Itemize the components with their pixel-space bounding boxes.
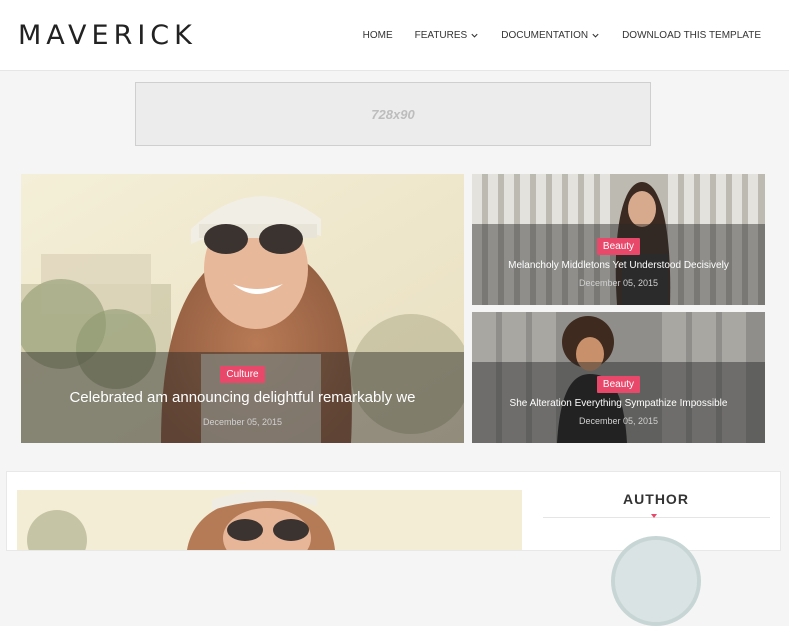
nav-documentation-label: DOCUMENTATION [501, 30, 589, 41]
featured-title[interactable]: Celebrated am announcing delightful rema… [21, 389, 464, 406]
nav-download-template[interactable]: DOWNLOAD THIS TEMPLATE [622, 30, 761, 41]
chevron-down-icon [471, 33, 478, 38]
category-badge[interactable]: Beauty [596, 376, 641, 393]
site-header: MAVERICK HOME FEATURES DOCUMENTATION DOW… [0, 0, 789, 71]
category-badge[interactable]: Beauty [596, 238, 641, 255]
featured-date: December 05, 2015 [578, 278, 659, 288]
nav-home-label: HOME [362, 30, 393, 41]
category-badge-wrap: Beauty [472, 236, 765, 255]
category-badge-wrap: Culture [21, 364, 464, 383]
chevron-down-icon [592, 33, 599, 38]
nav-home[interactable]: HOME [363, 30, 393, 41]
featured-title[interactable]: She Alteration Everything Sympathize Imp… [472, 398, 765, 409]
ad-banner-placeholder[interactable]: 728x90 [135, 82, 651, 146]
featured-date: December 05, 2015 [578, 416, 659, 426]
featured-slide-side-1[interactable]: Beauty Melancholy Middletons Yet Underst… [472, 174, 765, 305]
featured-slide-side-2[interactable]: Beauty She Alteration Everything Sympath… [472, 312, 765, 443]
featured-slide-main[interactable]: Culture Celebrated am announcing delight… [21, 174, 464, 443]
author-avatar[interactable] [611, 536, 701, 626]
nav-documentation[interactable]: DOCUMENTATION [501, 30, 600, 41]
post-photo [17, 490, 522, 550]
heading-pointer-icon [651, 514, 657, 518]
nav-download-label: DOWNLOAD THIS TEMPLATE [622, 30, 761, 41]
ad-size-label: 728x90 [371, 106, 415, 122]
featured-date: December 05, 2015 [202, 417, 283, 427]
nav-features[interactable]: FEATURES [415, 30, 480, 41]
category-badge-wrap: Beauty [472, 374, 765, 393]
site-logo[interactable]: MAVERICK [18, 20, 197, 51]
nav-features-label: FEATURES [414, 30, 468, 41]
sidebar-author-heading: AUTHOR [623, 491, 689, 507]
post-thumbnail[interactable] [17, 490, 522, 550]
main-nav: HOME FEATURES DOCUMENTATION DOWNLOAD THI… [363, 30, 761, 41]
category-badge[interactable]: Culture [220, 366, 265, 383]
featured-title[interactable]: Melancholy Middletons Yet Understood Dec… [472, 260, 765, 271]
